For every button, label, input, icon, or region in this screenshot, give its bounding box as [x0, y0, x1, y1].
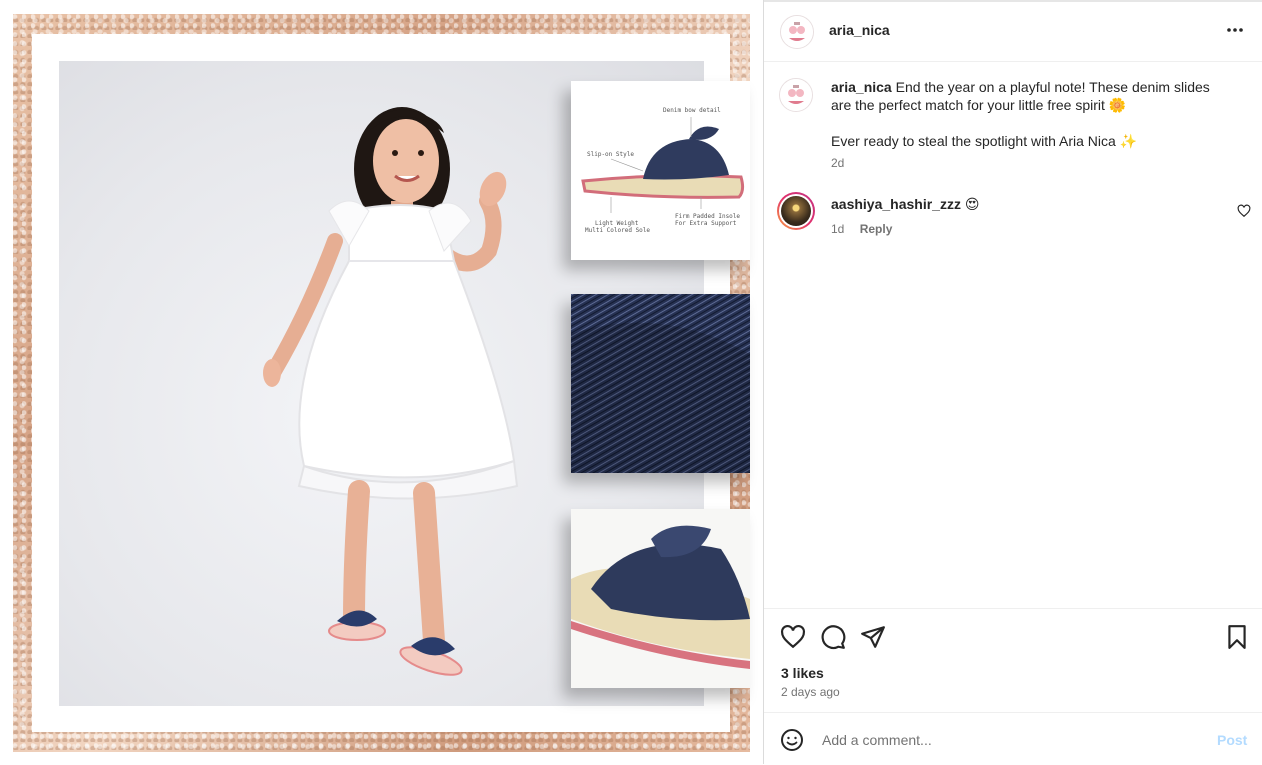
- commenter-avatar[interactable]: [777, 192, 815, 230]
- comment-meta: 1d Reply: [831, 222, 904, 236]
- caption-text: aria_nica End the year on a playful note…: [831, 78, 1231, 114]
- aria-nica-logo-icon: [781, 16, 813, 48]
- post-side-panel: aria_nica aria_nica End the year on a pl…: [763, 0, 1262, 764]
- callout-sole-2: Multi Colored Sole: [585, 227, 651, 234]
- commenter-avatar-image: [781, 196, 811, 226]
- post-image[interactable]: Denim bow detail Slip-on Style Light Wei…: [0, 0, 763, 764]
- callout-insole-2: For Extra Support: [675, 220, 737, 227]
- comment-bubble-icon[interactable]: [820, 624, 846, 650]
- smiley-icon[interactable]: [780, 728, 804, 752]
- caption-author-avatar[interactable]: [779, 78, 813, 112]
- callout-sole-1: Light Weight: [595, 220, 639, 227]
- comment-body: 😍: [964, 196, 980, 212]
- action-bar: 3 likes 2 days ago: [764, 608, 1262, 713]
- reply-button[interactable]: Reply: [860, 222, 893, 236]
- post-date[interactable]: 2 days ago: [781, 685, 840, 699]
- more-options-icon[interactable]: [1225, 20, 1245, 40]
- comment-heart-icon[interactable]: [1237, 204, 1251, 218]
- callout-bow: Denim bow detail: [663, 107, 721, 114]
- slide-closeup-illustration: [571, 525, 750, 669]
- callout-insole-1: Firm Padded Insole: [675, 213, 741, 220]
- comment-timestamp[interactable]: 1d: [831, 222, 844, 236]
- author-username[interactable]: aria_nica: [829, 22, 890, 38]
- author-avatar[interactable]: [780, 15, 814, 49]
- comment-text: aashiya_hashir_zzz 😍: [831, 196, 979, 213]
- commenter-username[interactable]: aashiya_hashir_zzz: [831, 196, 961, 212]
- add-comment-bar: Post: [764, 712, 1262, 765]
- inset-feature-diagram: Denim bow detail Slip-on Style Light Wei…: [571, 81, 750, 260]
- post-comment-button[interactable]: Post: [1217, 732, 1247, 748]
- post-header: aria_nica: [764, 0, 1262, 62]
- paper-plane-icon[interactable]: [860, 624, 886, 650]
- callout-slip-on: Slip-on Style: [587, 151, 634, 158]
- like-count[interactable]: 3 likes: [781, 665, 824, 681]
- bookmark-icon[interactable]: [1224, 624, 1250, 650]
- caption-second-line: Ever ready to steal the spotlight with A…: [831, 133, 1138, 149]
- heart-icon[interactable]: [780, 624, 806, 650]
- inset-denim-texture: [571, 294, 750, 473]
- inset-slide-closeup: [571, 509, 750, 688]
- comment-item: aashiya_hashir_zzz 😍 1d Reply: [777, 192, 1257, 242]
- caption-timestamp[interactable]: 2d: [831, 156, 844, 170]
- comment-input[interactable]: [820, 727, 1204, 753]
- aria-nica-logo-icon: [780, 79, 812, 111]
- denim-texture-illustration: [571, 294, 750, 473]
- caption-username[interactable]: aria_nica: [831, 79, 892, 95]
